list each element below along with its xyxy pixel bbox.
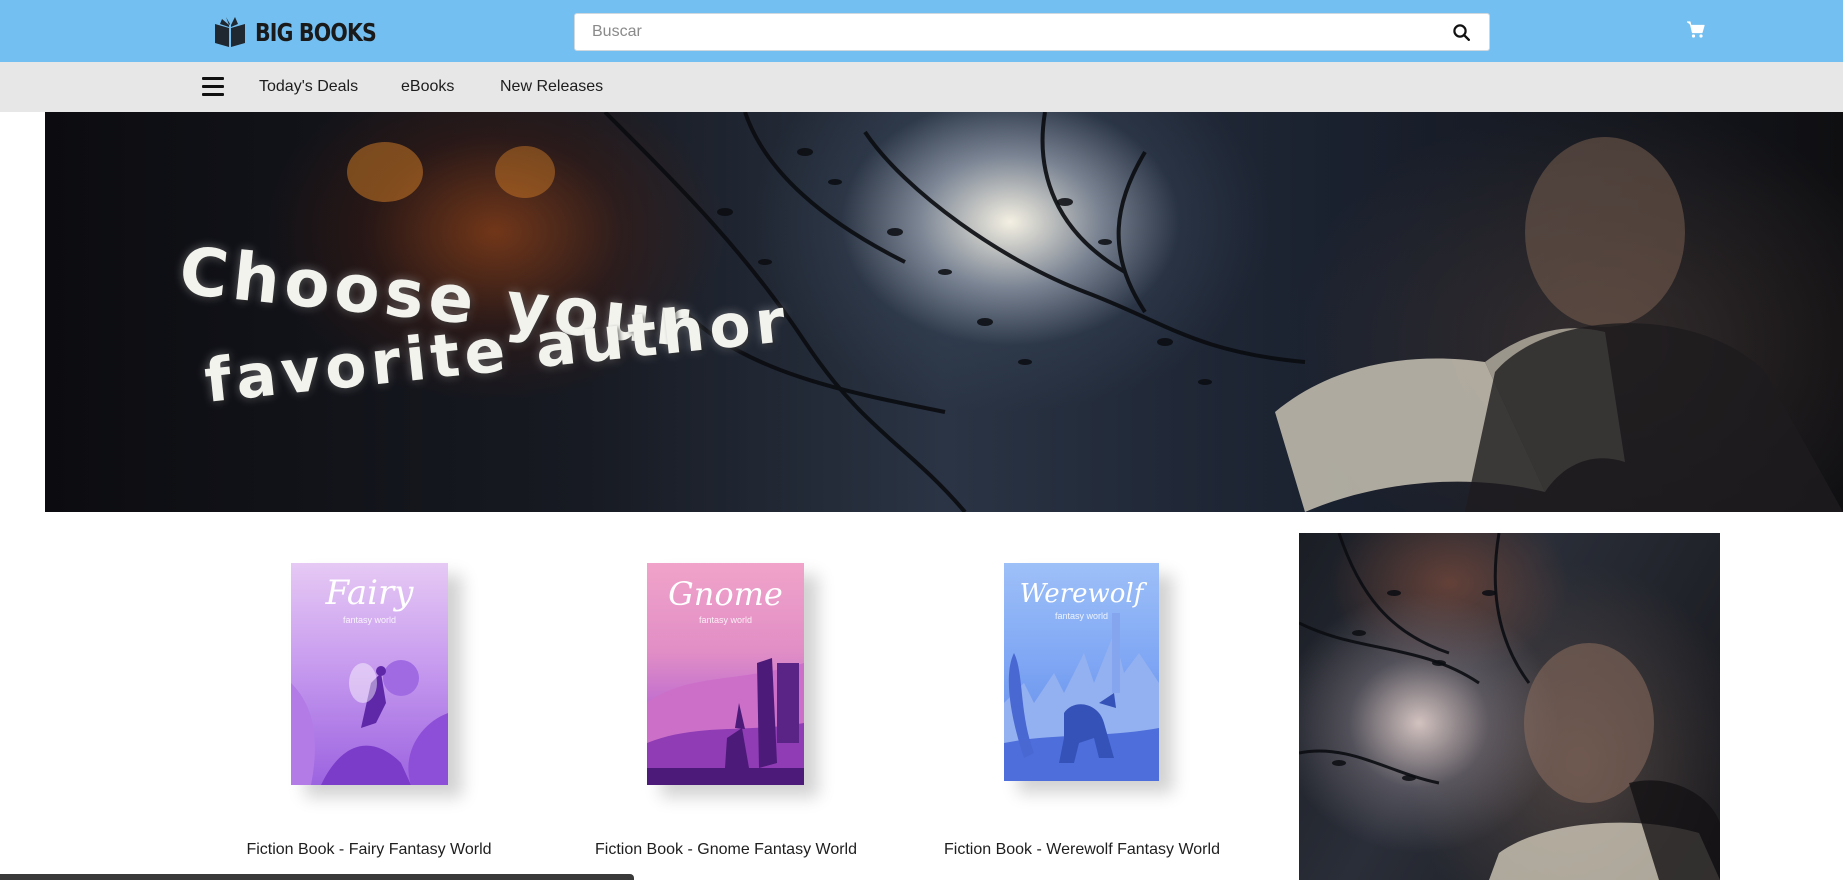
nav-link-todays-deals[interactable]: Today's Deals	[259, 78, 358, 96]
top-header: BIG BOOKS	[0, 0, 1843, 62]
bottom-dark-bar	[0, 874, 634, 880]
search-icon	[1452, 23, 1470, 41]
search-button[interactable]	[1439, 14, 1483, 50]
cover-title-gnome: Gnome	[668, 575, 783, 613]
book-cover-gnome[interactable]: Gnome fantasy world	[647, 563, 804, 785]
product-label-fairy[interactable]: Fiction Book - Fairy Fantasy World	[219, 841, 519, 859]
search-input[interactable]	[575, 14, 1439, 50]
book-cover-werewolf[interactable]: Werewolf fantasy world	[1004, 563, 1159, 781]
product-card-gnome[interactable]: Gnome fantasy world Fiction Book - Gnome…	[576, 533, 876, 873]
cart-button[interactable]	[1686, 20, 1708, 42]
search-bar	[574, 13, 1490, 51]
nav-link-new-releases[interactable]: New Releases	[500, 78, 603, 96]
side-promo-image[interactable]	[1299, 533, 1720, 880]
cover-subtitle-werewolf: fantasy world	[1054, 611, 1109, 621]
book-cover-fairy[interactable]: Fairy fantasy world	[291, 563, 448, 785]
reader-portrait-graphic	[1299, 533, 1720, 880]
product-card-fairy[interactable]: Fairy fantasy world Fiction Book - Fairy…	[219, 533, 519, 873]
cart-icon	[1687, 21, 1705, 38]
cover-title-werewolf: Werewolf	[1019, 579, 1144, 609]
cover-subtitle-fairy: fantasy world	[342, 615, 397, 625]
product-label-gnome[interactable]: Fiction Book - Gnome Fantasy World	[576, 841, 876, 859]
cover-subtitle-gnome: fantasy world	[698, 615, 753, 625]
logo-text: BIG BOOKS	[255, 17, 377, 47]
product-label-werewolf[interactable]: Fiction Book - Werewolf Fantasy World	[932, 841, 1232, 859]
product-card-werewolf[interactable]: Werewolf fantasy world Fiction Book - We…	[932, 533, 1232, 873]
hero-banner[interactable]: Choose your favorite author	[45, 112, 1843, 512]
cover-title-fairy: Fairy	[325, 573, 414, 613]
nav-link-ebooks[interactable]: eBooks	[401, 78, 454, 96]
hamburger-menu-icon[interactable]	[202, 77, 224, 97]
book-icon	[215, 17, 245, 47]
site-logo[interactable]: BIG BOOKS	[213, 14, 403, 50]
nav-bar: Today's Deals eBooks New Releases	[0, 62, 1843, 112]
